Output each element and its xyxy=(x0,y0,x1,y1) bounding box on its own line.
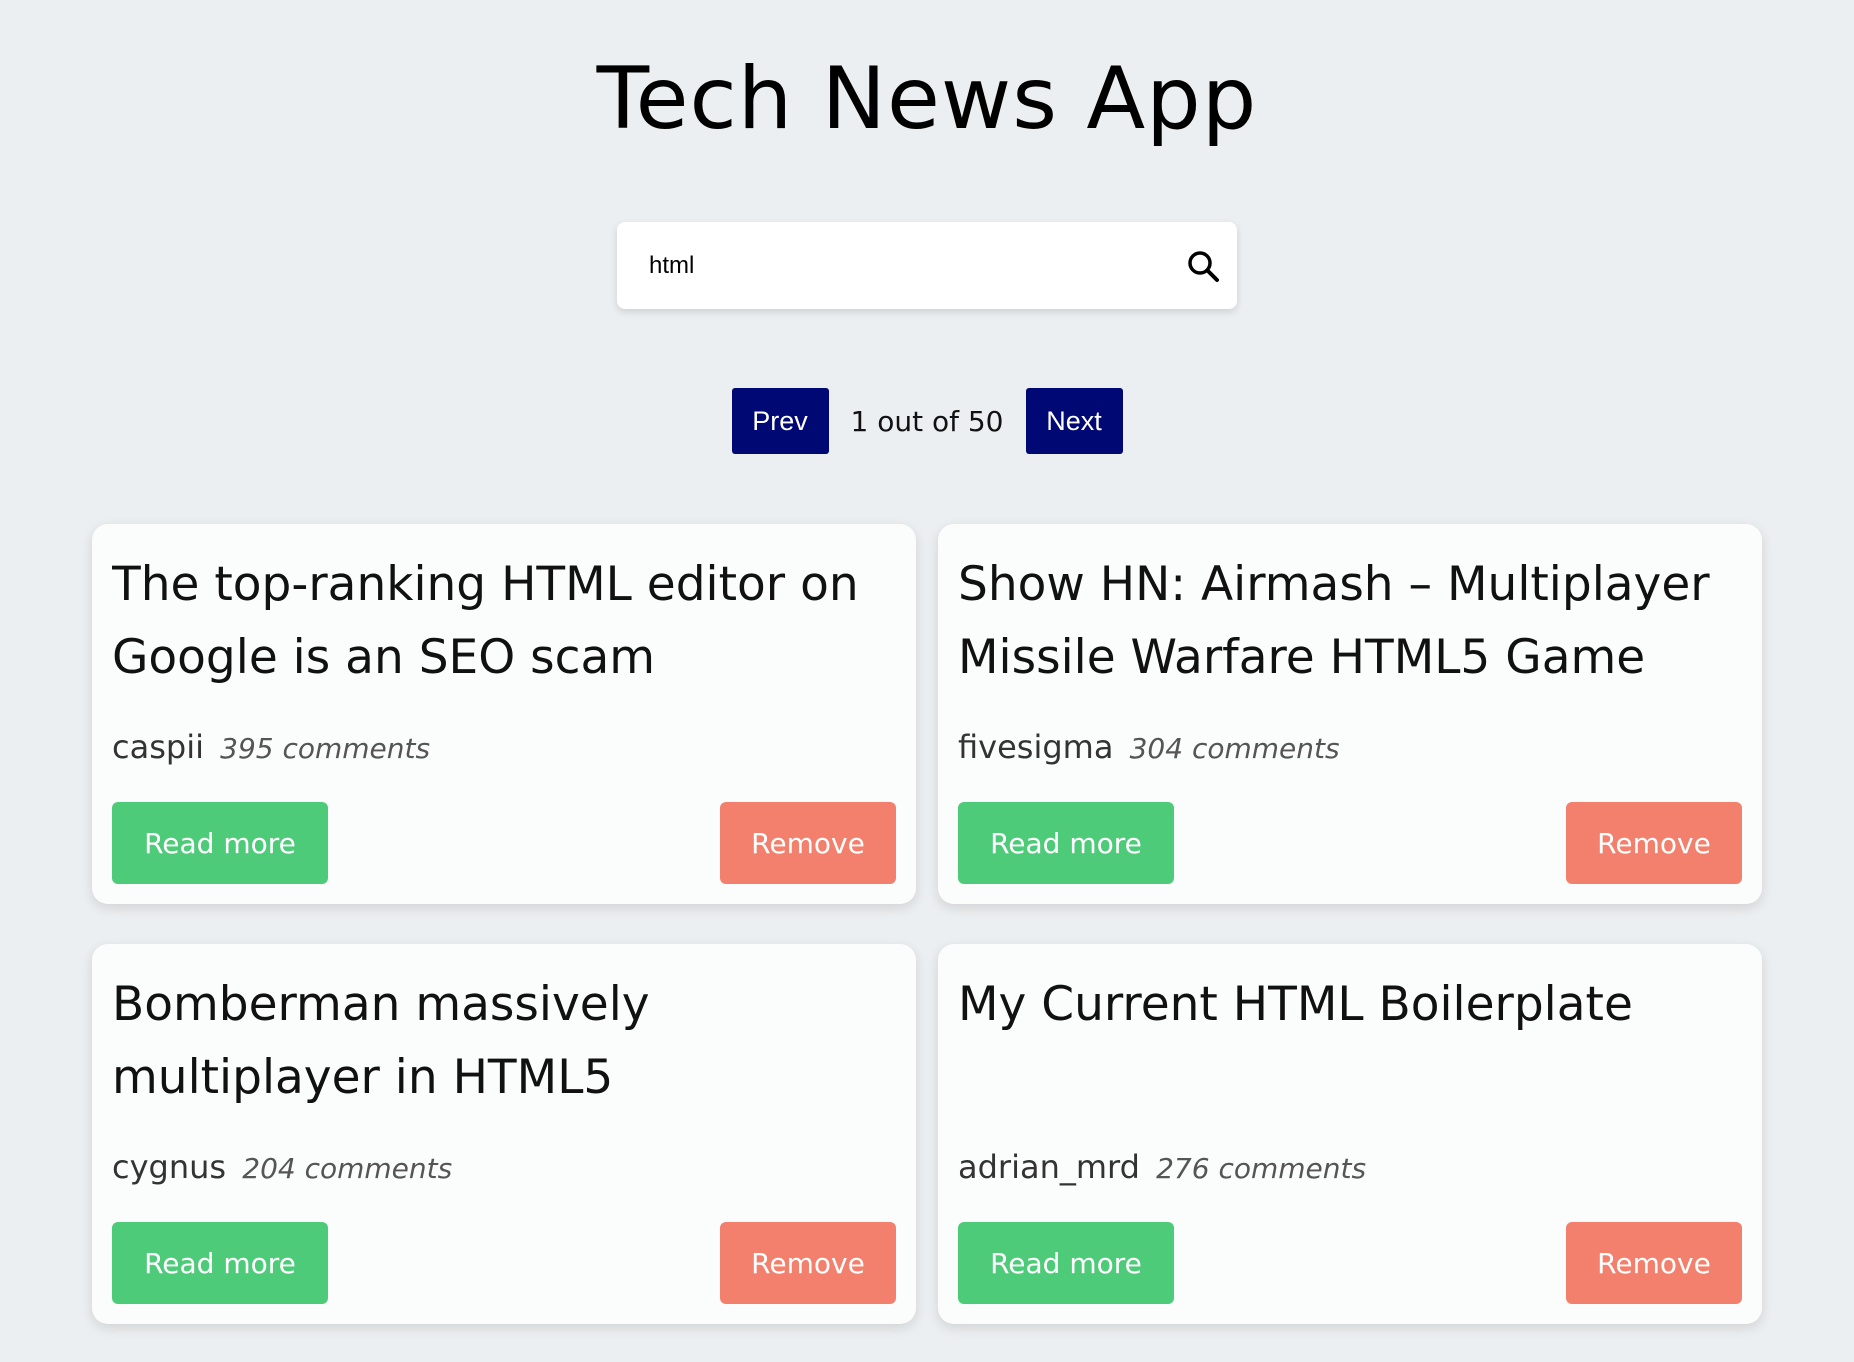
read-more-button[interactable]: Read more xyxy=(958,802,1174,884)
remove-button[interactable]: Remove xyxy=(720,802,896,884)
story-comments: 395 comments xyxy=(220,732,431,765)
story-card: Bomberman massively multiplayer in HTML5… xyxy=(92,944,916,1324)
remove-button[interactable]: Remove xyxy=(1566,802,1742,884)
search-input[interactable] xyxy=(647,234,1181,297)
story-card: Show HN: Airmash – Multiplayer Missile W… xyxy=(938,524,1762,904)
story-meta: fivesigma 304 comments xyxy=(958,728,1742,766)
page-info: 1 out of 50 xyxy=(850,404,1004,438)
read-more-button[interactable]: Read more xyxy=(112,802,328,884)
story-card: The top-ranking HTML editor on Google is… xyxy=(92,524,916,904)
story-comments: 276 comments xyxy=(1156,1152,1367,1185)
story-meta: adrian_mrd 276 comments xyxy=(958,1148,1742,1186)
prev-button[interactable]: Prev xyxy=(731,388,829,454)
story-author: fivesigma xyxy=(958,728,1114,766)
page-title: Tech News App xyxy=(596,49,1258,149)
story-author: adrian_mrd xyxy=(958,1148,1140,1186)
search-bar xyxy=(617,222,1237,309)
story-meta: cygnus 204 comments xyxy=(112,1148,896,1186)
story-comments: 204 comments xyxy=(242,1152,453,1185)
remove-button[interactable]: Remove xyxy=(1566,1222,1742,1304)
pagination: Prev 1 out of 50 Next xyxy=(0,388,1854,454)
story-author: caspii xyxy=(112,728,204,766)
story-card: My Current HTML Boilerplate adrian_mrd 2… xyxy=(938,944,1762,1324)
story-comments: 304 comments xyxy=(1129,732,1340,765)
read-more-button[interactable]: Read more xyxy=(958,1222,1174,1304)
story-title: Show HN: Airmash – Multiplayer Missile W… xyxy=(958,557,1710,685)
story-title: My Current HTML Boilerplate xyxy=(958,977,1633,1032)
story-meta: caspii 395 comments xyxy=(112,728,896,766)
story-title: Bomberman massively multiplayer in HTML5 xyxy=(112,977,650,1105)
read-more-button[interactable]: Read more xyxy=(112,1222,328,1304)
next-button[interactable]: Next xyxy=(1025,388,1123,454)
story-author: cygnus xyxy=(112,1148,227,1186)
search-icon[interactable] xyxy=(1181,244,1225,288)
story-title: The top-ranking HTML editor on Google is… xyxy=(112,557,859,685)
remove-button[interactable]: Remove xyxy=(720,1222,896,1304)
story-list: The top-ranking HTML editor on Google is… xyxy=(92,524,1762,1324)
